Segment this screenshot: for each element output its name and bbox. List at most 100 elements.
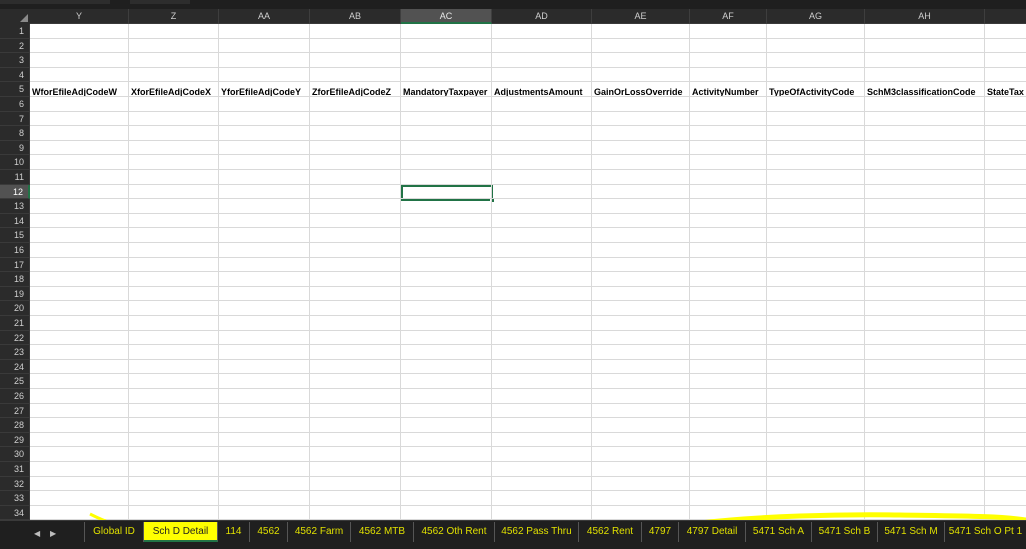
column-header-ac[interactable]: AC	[401, 9, 492, 24]
row-header-7[interactable]: 7	[0, 111, 30, 127]
row-gridline	[30, 402, 1026, 404]
row-gridline	[30, 110, 1026, 112]
column-header-y[interactable]: Y	[30, 9, 129, 24]
row-gridline	[30, 373, 1026, 375]
row-header-2[interactable]: 2	[0, 38, 30, 54]
row-header-23[interactable]: 23	[0, 345, 30, 360]
row-header-11[interactable]: 11	[0, 170, 30, 185]
column-header-aa[interactable]: AA	[219, 9, 310, 24]
column-header-ab[interactable]: AB	[310, 9, 401, 24]
tab-114[interactable]: 114	[218, 522, 250, 542]
column-gridline	[309, 24, 310, 520]
row-gridline	[30, 271, 1026, 273]
row-header-22[interactable]: 22	[0, 330, 30, 346]
row-gridline	[30, 81, 1026, 83]
row-header-6[interactable]: 6	[0, 97, 30, 112]
row-gridline	[30, 183, 1026, 185]
row-header-28[interactable]: 28	[0, 418, 30, 433]
tab-4562-rent[interactable]: 4562 Rent	[579, 522, 642, 542]
row-header-8[interactable]: 8	[0, 126, 30, 141]
row-gridline	[30, 66, 1026, 68]
row-header-14[interactable]: 14	[0, 213, 30, 229]
row-header-3[interactable]: 3	[0, 53, 30, 68]
row-header-4[interactable]: 4	[0, 67, 30, 83]
row-gridline	[30, 125, 1026, 127]
top-strip-segment	[0, 0, 110, 4]
row-header-24[interactable]: 24	[0, 359, 30, 375]
column-gridline	[128, 24, 129, 520]
tab-4797[interactable]: 4797	[642, 522, 679, 542]
row-gridline	[30, 37, 1026, 39]
row-header-21[interactable]: 21	[0, 316, 30, 331]
row-gridline	[30, 475, 1026, 477]
row-header-1[interactable]: 1	[0, 24, 30, 39]
row-header-12[interactable]: 12	[0, 184, 30, 200]
row-gridline	[30, 285, 1026, 287]
cell-grid[interactable]: WforEfileAdjCodeW XforEfileAdjCodeX Yfor…	[30, 24, 1026, 520]
tab-5471-sch-o-pt-1[interactable]: 5471 Sch O Pt 1	[945, 522, 1026, 542]
scroll-tabs-left-button[interactable]: ◀	[34, 529, 40, 538]
column-header-row: Y Z AA AB AC AD AE AF AG AH	[0, 9, 1026, 24]
row-header-20[interactable]: 20	[0, 301, 30, 316]
tab-5471-sch-m[interactable]: 5471 Sch M	[878, 522, 945, 542]
tab-4562[interactable]: 4562	[250, 522, 288, 542]
row-header-25[interactable]: 25	[0, 374, 30, 389]
row-gridline	[30, 169, 1026, 170]
column-header-z[interactable]: Z	[129, 9, 219, 24]
row-header-17[interactable]: 17	[0, 257, 30, 273]
row-header-30[interactable]: 30	[0, 447, 30, 462]
select-all-icon	[20, 14, 28, 22]
row-header-34[interactable]: 34	[0, 505, 30, 521]
row-header-19[interactable]: 19	[0, 286, 30, 302]
column-gridline	[984, 24, 985, 520]
row-gridline	[30, 212, 1026, 214]
row-gridline	[30, 504, 1026, 506]
row-header-33[interactable]: 33	[0, 491, 30, 506]
column-header-ah[interactable]: AH	[865, 9, 985, 24]
tab-4797-detail[interactable]: 4797 Detail	[679, 522, 746, 542]
top-strip	[0, 0, 1026, 9]
tab-4562-mtb[interactable]: 4562 MTB	[351, 522, 414, 542]
row-gridline	[30, 329, 1026, 331]
top-strip-segment	[130, 0, 190, 4]
row-headers: 1 2 3 4 5 6 7 8 9 10 11 12 13 14 15 16 17 18 19 20 21 22 23 24 2…	[0, 24, 30, 521]
row-gridline	[30, 358, 1026, 360]
row-header-16[interactable]: 16	[0, 243, 30, 258]
row-header-10[interactable]: 10	[0, 155, 30, 170]
row-header-15[interactable]: 15	[0, 228, 30, 243]
tab-4562-pass-thru[interactable]: 4562 Pass Thru	[495, 522, 579, 542]
row-gridline	[30, 461, 1026, 462]
row-gridline	[30, 388, 1026, 389]
column-gridline	[400, 24, 401, 520]
tab-4562-oth-rent[interactable]: 4562 Oth Rent	[414, 522, 495, 542]
row-gridline	[30, 446, 1026, 448]
tab-global-id[interactable]: Global ID	[84, 522, 144, 542]
select-all-button[interactable]	[0, 9, 30, 24]
tab-5471-sch-b[interactable]: 5471 Sch B	[812, 522, 878, 542]
sheet-tab-bar: ◀ ▶ Global ID Sch D Detail 114 4562 4562…	[0, 520, 1026, 549]
column-header-ad[interactable]: AD	[492, 9, 592, 24]
row-gridline	[30, 256, 1026, 258]
row-header-31[interactable]: 31	[0, 462, 30, 477]
row-header-13[interactable]: 13	[0, 199, 30, 214]
column-header-ae[interactable]: AE	[592, 9, 690, 24]
row-header-29[interactable]: 29	[0, 432, 30, 448]
row-gridline	[30, 242, 1026, 243]
column-gridline	[218, 24, 219, 520]
row-gridline	[30, 139, 1026, 141]
tab-sch-d-detail[interactable]: Sch D Detail	[144, 522, 218, 542]
tab-5471-sch-a[interactable]: 5471 Sch A	[746, 522, 812, 542]
row-header-5[interactable]: 5	[0, 82, 30, 97]
row-header-32[interactable]: 32	[0, 476, 30, 492]
tab-4562-farm[interactable]: 4562 Farm	[288, 522, 351, 542]
row-gridline	[30, 52, 1026, 54]
row-gridline	[30, 431, 1026, 433]
row-gridline	[30, 417, 1026, 419]
row-header-27[interactable]: 27	[0, 403, 30, 419]
row-header-9[interactable]: 9	[0, 140, 30, 156]
row-header-18[interactable]: 18	[0, 272, 30, 287]
column-header-ag[interactable]: AG	[767, 9, 865, 24]
row-header-26[interactable]: 26	[0, 389, 30, 404]
column-header-af[interactable]: AF	[690, 9, 767, 24]
scroll-tabs-right-button[interactable]: ▶	[50, 529, 56, 538]
